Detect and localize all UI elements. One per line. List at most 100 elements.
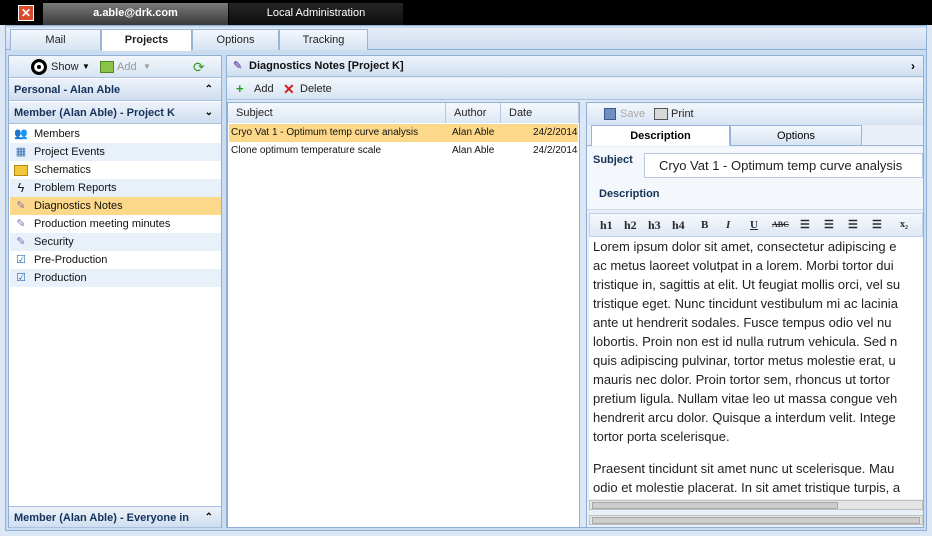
member-header[interactable]: Member (Alan Able) - Project K ⌄ (9, 102, 221, 124)
table-row[interactable]: Cryo Vat 1 - Optimum temp curve analysis… (229, 124, 578, 142)
chevron-up-icon[interactable]: ⌃ (205, 79, 213, 101)
tab-tracking[interactable]: Tracking (279, 29, 368, 50)
row-subject: Cryo Vat 1 - Optimum temp curve analysis (231, 127, 419, 138)
members-icon: 👥 (14, 128, 28, 140)
app-window: ✕ a.able@drk.com Local Administration Ma… (0, 0, 932, 536)
nav-item-diagnostics-notes[interactable]: ✎ Diagnostics Notes (10, 197, 221, 215)
list-add-button[interactable]: Add (254, 78, 274, 100)
everyone-header[interactable]: Member (Alan Able) - Everyone in ⌃ (9, 506, 221, 528)
tab-projects[interactable]: Projects (101, 29, 192, 51)
underline-button[interactable]: U (750, 216, 758, 234)
chevron-right-icon[interactable]: › (911, 56, 915, 77)
row-subject: Clone optimum temperature scale (231, 145, 382, 156)
nav-item-label: Security (34, 236, 74, 248)
list-delete-button[interactable]: Delete (300, 78, 332, 100)
table-row[interactable]: Clone optimum temperature scale Alan Abl… (229, 142, 578, 160)
subscript-button[interactable]: x₂ (900, 216, 908, 234)
column-date[interactable]: Date (501, 103, 579, 123)
subject-field[interactable]: Cryo Vat 1 - Optimum temp curve analysis (644, 153, 923, 178)
detail-horizontal-scrollbar[interactable] (589, 515, 923, 525)
delete-icon: ✕ (283, 81, 295, 97)
note-icon: ✎ (16, 236, 26, 248)
italic-button[interactable]: I (726, 216, 730, 234)
scrollbar-thumb[interactable] (592, 517, 920, 524)
nav-item-project-events[interactable]: ▦ Project Events (10, 143, 221, 161)
print-icon (654, 108, 668, 120)
nav-item-label: Diagnostics Notes (34, 200, 123, 212)
show-button[interactable]: Show (51, 56, 79, 78)
subject-label: Subject (593, 154, 633, 166)
personal-header[interactable]: Personal - Alan Able ⌃ (9, 79, 221, 101)
print-button[interactable]: Print (671, 103, 694, 125)
paragraph-1: Lorem ipsum dolor sit amet, consectetur … (593, 237, 923, 446)
bold-button[interactable]: B (701, 216, 708, 234)
text-line: Lorem ipsum dolor sit amet, consectetur … (593, 239, 897, 254)
h1-button[interactable]: h1 (600, 216, 613, 234)
tab-detail-options[interactable]: Options (730, 125, 862, 146)
chevron-down-icon[interactable]: ⌄ (205, 102, 213, 124)
h2-button[interactable]: h2 (624, 216, 637, 234)
personal-header-label: Personal - Alan Able (14, 84, 121, 96)
column-author[interactable]: Author (446, 103, 501, 123)
h4-button[interactable]: h4 (672, 216, 685, 234)
column-subject[interactable]: Subject (228, 103, 446, 123)
add-button[interactable]: Add (117, 56, 137, 78)
text-line: Praesent tincidunt sit amet nunc ut scel… (593, 461, 895, 476)
chevron-up-icon[interactable]: ⌃ (205, 507, 213, 529)
content-header: ✎ Diagnostics Notes [Project K] › (227, 56, 923, 77)
align-right-icon[interactable]: ☰ (848, 216, 858, 234)
refresh-icon[interactable]: ⟳ (193, 58, 205, 76)
scrollbar-thumb[interactable] (592, 502, 838, 509)
row-author: Alan Able (452, 145, 495, 156)
text-line: pretium ligula. Nullam vitae leo ut mass… (593, 391, 898, 406)
chevron-down-icon[interactable]: ▼ (82, 56, 90, 78)
text-line: ac metus laoreet volutpat in a lorem. Mo… (593, 258, 894, 273)
editor-content[interactable]: Lorem ipsum dolor sit amet, consectetur … (593, 237, 923, 499)
nav-item-label: Project Events (34, 146, 105, 158)
checklist-icon: ☑ (16, 254, 26, 266)
nav-item-label: Production meeting minutes (34, 218, 171, 230)
user-tab[interactable]: a.able@drk.com (43, 3, 228, 25)
local-admin-tab[interactable]: Local Administration (229, 3, 403, 25)
member-header-label: Member (Alan Able) - Project K (14, 107, 175, 119)
text-line: lobortis. Proin non est id nulla rutrum … (593, 334, 898, 349)
editor-toolbar: h1 h2 h3 h4 B I U ABC ☰ ☰ ☰ ☰ x₂ (589, 213, 923, 237)
tab-options[interactable]: Options (192, 29, 279, 50)
nav-item-schematics[interactable]: Schematics (10, 161, 221, 179)
note-icon: ✎ (16, 218, 26, 230)
text-line: quis adipiscing pulvinar, tortor metus m… (593, 353, 896, 368)
text-line: odio et molestie placerat. In sit amet t… (593, 480, 901, 495)
align-left-icon[interactable]: ☰ (800, 216, 810, 234)
main-tabs: Mail Projects Options Tracking (6, 28, 926, 51)
title-bar: ✕ a.able@drk.com Local Administration (0, 0, 932, 25)
close-icon[interactable]: ✕ (18, 5, 34, 21)
nav-item-pre-production[interactable]: ☑ Pre-Production (10, 251, 221, 269)
text-line: tristique eget. Nunc tincidunt vestibulu… (593, 296, 898, 311)
nav-item-members[interactable]: 👥 Members (10, 125, 221, 143)
row-date: 24/2/2014 (533, 127, 578, 138)
editor-horizontal-scrollbar[interactable] (589, 500, 923, 510)
checklist-icon: ☑ (16, 272, 26, 284)
text-line: hendrerit arcu dolor. Quisque a interdum… (593, 410, 896, 425)
nav-item-production-meeting-minutes[interactable]: ✎ Production meeting minutes (10, 215, 221, 233)
text-line: tortor porta scelerisque. (593, 429, 730, 444)
subject-row: Subject Cryo Vat 1 - Optimum temp curve … (587, 147, 923, 183)
left-panel: Show ▼ Add ▼ ⟳ Personal - Alan Able ⌃ Me… (8, 55, 222, 528)
align-justify-icon[interactable]: ☰ (872, 216, 882, 234)
nav-item-production[interactable]: ☑ Production (10, 269, 221, 287)
nav-item-label: Problem Reports (34, 182, 117, 194)
chevron-down-icon[interactable]: ▼ (143, 56, 151, 78)
align-center-icon[interactable]: ☰ (824, 216, 834, 234)
h3-button[interactable]: h3 (648, 216, 661, 234)
tab-mail[interactable]: Mail (10, 29, 101, 50)
row-date: 24/2/2014 (533, 145, 578, 156)
detail-toolbar: Save Print (587, 103, 923, 125)
everyone-header-label: Member (Alan Able) - Everyone in (14, 512, 190, 524)
strikethrough-button[interactable]: ABC (772, 216, 789, 234)
folder-icon (14, 165, 28, 176)
detail-tabs: Description Options (587, 125, 923, 146)
nav-item-problem-reports[interactable]: ϟ Problem Reports (10, 179, 221, 197)
nav-item-security[interactable]: ✎ Security (10, 233, 221, 251)
tab-description[interactable]: Description (591, 125, 730, 146)
save-button[interactable]: Save (620, 103, 645, 125)
